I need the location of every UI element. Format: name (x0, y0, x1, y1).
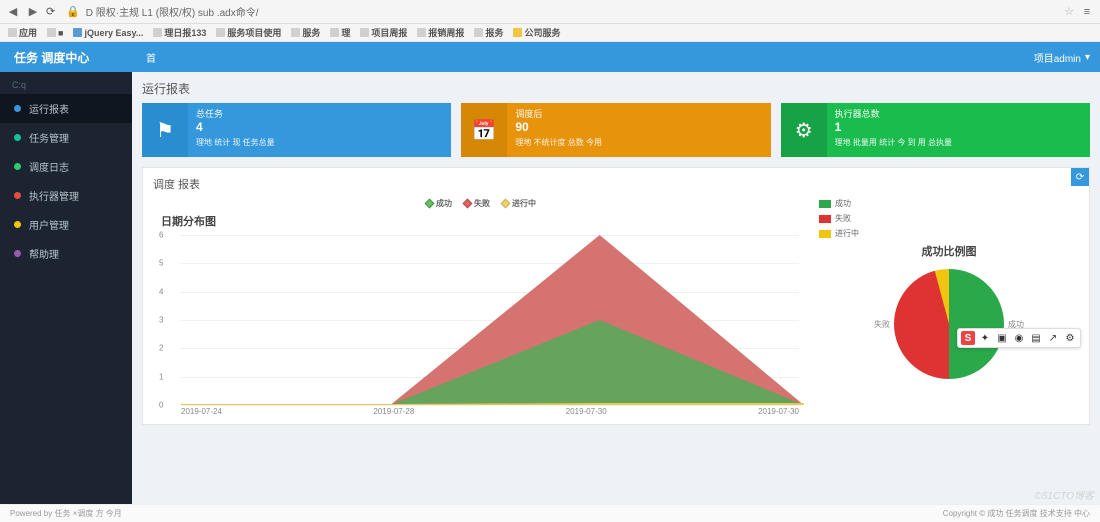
calendar-icon: 📅 (461, 103, 507, 157)
pie-title: 成功比例图 (819, 243, 1079, 259)
pie-label-left: 失败 (874, 319, 890, 330)
reload-icon[interactable]: ⟳ (46, 5, 60, 19)
bookmark-item[interactable]: 应用 (8, 26, 37, 39)
pie-graphic (894, 269, 1004, 379)
stat-card-tasks[interactable]: ⚑ 总任务4理地 统计 现 任务总量 (142, 103, 451, 157)
legend-marker-icon (425, 199, 435, 209)
bookmark-item[interactable]: ■ (47, 28, 63, 38)
sidebar-item-logs[interactable]: 调度日志 (0, 152, 132, 181)
bookmark-item[interactable]: 公司服务 (513, 26, 560, 39)
section-title: 运行报表 (142, 80, 1090, 97)
footer-left: Powered by 任务 ×调度 方 今月 (10, 508, 122, 519)
sidebar-item-tasks[interactable]: 任务管理 (0, 123, 132, 152)
sidebar-item-dashboard[interactable]: 运行报表 (0, 94, 132, 123)
dot-icon (14, 250, 21, 257)
dot-icon (14, 105, 21, 112)
line-legend: 成功 失败 进行中 (153, 198, 809, 209)
stat-card-schedules[interactable]: 📅 调度后90理地 不统计度 总数 今用 (461, 103, 770, 157)
toolbar-icon[interactable]: ◉ (1012, 331, 1026, 345)
sidebar-item-help[interactable]: 帮助理 (0, 239, 132, 268)
forward-icon[interactable]: ▶ (26, 5, 40, 19)
floating-toolbar[interactable]: S ✦ ▣ ◉ ▤ ↗ ⚙ (957, 328, 1081, 348)
refresh-button[interactable]: ⟳ (1071, 168, 1089, 186)
pie-chart: 成功 失败 进行中 成功比例图 失败 成功 S ✦ ▣ ◉ (819, 198, 1079, 416)
pie-legend: 成功 失败 进行中 (819, 198, 1079, 239)
toolbar-icon[interactable]: ⚙ (1063, 331, 1077, 345)
bookmark-item[interactable]: 报销周报 (417, 26, 464, 39)
bookmark-item[interactable]: 服务 (291, 26, 320, 39)
sidebar: C:q 运行报表 任务管理 调度日志 执行器管理 用户管理 帮助理 (0, 72, 132, 504)
user-menu[interactable]: 项目admin▾ (1034, 50, 1100, 65)
footer: Powered by 任务 ×调度 方 今月 Copyright © 成功 任务… (0, 504, 1100, 522)
toolbar-icon[interactable]: ↗ (1046, 331, 1060, 345)
bookmarks-bar: 应用 ■ jQuery Easy... 理日报133 服务项目使用 服务 理 项… (0, 24, 1100, 42)
sidebar-item-users[interactable]: 用户管理 (0, 210, 132, 239)
secure-icon: 🔒 (66, 5, 80, 18)
bookmark-item[interactable]: 理 (330, 26, 350, 39)
nav-home[interactable]: 首 (132, 50, 156, 65)
legend-marker-icon (463, 199, 473, 209)
toolbar-icon[interactable]: ▤ (1029, 331, 1043, 345)
toolbar-icon[interactable]: ✦ (978, 331, 992, 345)
flag-icon: ⚑ (142, 103, 188, 157)
content: 运行报表 ⚑ 总任务4理地 统计 现 任务总量 📅 调度后90理地 不统计度 总… (132, 72, 1100, 504)
chevron-down-icon: ▾ (1085, 52, 1090, 63)
footer-right: Copyright © 成功 任务调度 技术支持 中心 (943, 508, 1090, 519)
bookmark-item[interactable]: 服务项目使用 (216, 26, 281, 39)
legend-marker-icon (501, 199, 511, 209)
menu-icon[interactable]: ≡ (1080, 6, 1094, 18)
bookmark-item[interactable]: 理日报133 (153, 26, 206, 39)
toolbar-icon[interactable]: ▣ (995, 331, 1009, 345)
dot-icon (14, 163, 21, 170)
bookmark-item[interactable]: jQuery Easy... (73, 28, 143, 38)
back-icon[interactable]: ◀ (6, 5, 20, 19)
app-header: 任务 调度中心 首 项目admin▾ (0, 42, 1100, 72)
chart-panel: 调度 报表 ⟳ 成功 失败 进行中 日期分布图 6 5 4 3 2 (142, 167, 1090, 425)
bookmark-item[interactable]: 报务 (474, 26, 503, 39)
sidebar-search[interactable]: C:q (0, 76, 132, 94)
sidebar-item-executors[interactable]: 执行器管理 (0, 181, 132, 210)
panel-title: 调度 报表 (153, 176, 1079, 192)
sliders-icon: ⚙ (781, 103, 827, 157)
dot-icon (14, 134, 21, 141)
bookmark-item[interactable]: 项目周报 (360, 26, 407, 39)
star-icon[interactable]: ☆ (1064, 5, 1074, 18)
area-chart: 成功 失败 进行中 日期分布图 6 5 4 3 2 1 0 (153, 198, 809, 416)
watermark: ©51CTO博客 (1035, 487, 1094, 502)
browser-toolbar: ◀ ▶ ⟳ 🔒 D 限权·主规 L1 (限权/权) sub .adx命令/ ☆ … (0, 0, 1100, 24)
url-field[interactable]: D 限权·主规 L1 (限权/权) sub .adx命令/ (86, 4, 259, 19)
dot-icon (14, 192, 21, 199)
app-logo: 任务 调度中心 (0, 49, 132, 66)
dot-icon (14, 221, 21, 228)
chart-title: 日期分布图 (161, 213, 809, 229)
stat-card-executors[interactable]: ⚙ 执行器总数1理地 批量用 统计 今 到 用 总执量 (781, 103, 1090, 157)
toolbar-s-icon[interactable]: S (961, 331, 975, 345)
